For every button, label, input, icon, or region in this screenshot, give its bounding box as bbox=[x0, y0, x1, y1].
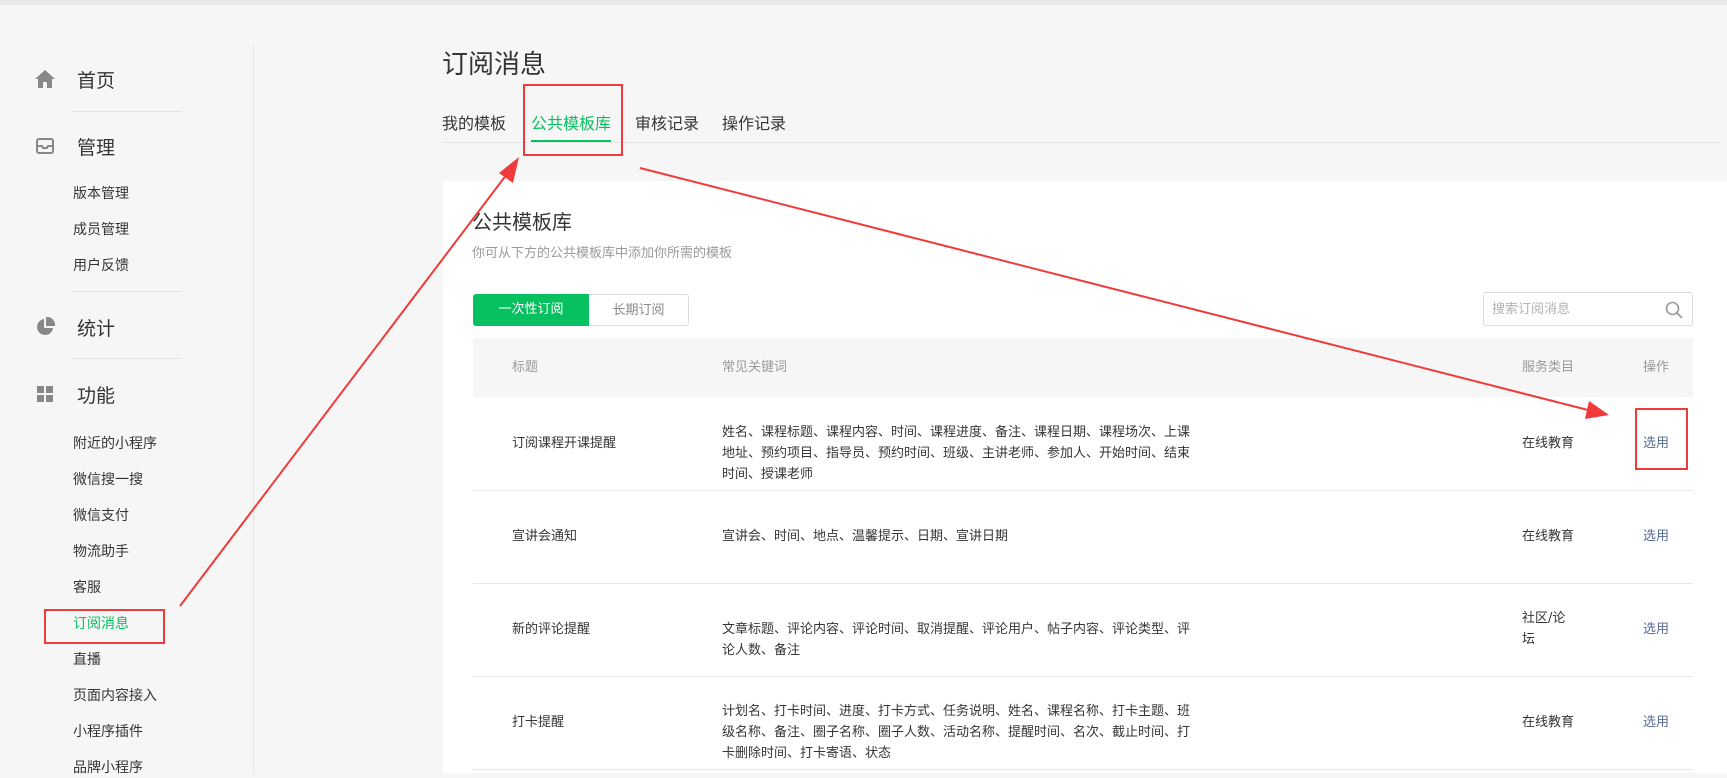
row-keywords: 文章标题、评论内容、评论时间、取消提醒、评论用户、帖子内容、评论类型、评论人数、… bbox=[722, 622, 1191, 658]
column-header-keywords: 常见关键词 bbox=[722, 360, 788, 375]
annotation-box-tab bbox=[523, 84, 623, 156]
sidebar-item-content[interactable]: 页面内容接入 bbox=[73, 686, 157, 706]
sidebar-section-label: 功能 bbox=[77, 384, 116, 407]
row-category: 在线教育 bbox=[1522, 715, 1575, 730]
table-row: 打卡提醒 计划名、打卡时间、进度、打卡方式、任务说明、姓名、课程名称、打卡主题、… bbox=[473, 676, 1693, 770]
table-row: 订阅课程开课提醒 姓名、课程标题、课程内容、时间、课程进度、备注、课程日期、课程… bbox=[473, 397, 1693, 491]
sidebar-item-brand[interactable]: 品牌小程序 bbox=[73, 758, 143, 778]
sidebar-divider bbox=[72, 358, 182, 359]
sidebar-item-feedback[interactable]: 用户反馈 bbox=[73, 256, 129, 276]
sidebar-item-members[interactable]: 成员管理 bbox=[73, 220, 129, 240]
sidebar-divider bbox=[72, 291, 182, 292]
search-box bbox=[1483, 292, 1693, 326]
select-template-button[interactable]: 选用 bbox=[1643, 619, 1669, 640]
top-border bbox=[0, 0, 1727, 5]
column-header-title: 标题 bbox=[512, 360, 539, 375]
sidebar-section-label: 统计 bbox=[77, 317, 116, 340]
row-keywords: 宣讲会、时间、地点、温馨提示、日期、宣讲日期 bbox=[722, 529, 1009, 544]
row-keywords: 姓名、课程标题、课程内容、时间、课程进度、备注、课程日期、课程场次、上课地址、预… bbox=[722, 425, 1191, 482]
sidebar-item-service[interactable]: 客服 bbox=[73, 578, 101, 598]
tab-my-templates[interactable]: 我的模板 bbox=[442, 110, 506, 134]
sidebar-item-version[interactable]: 版本管理 bbox=[73, 184, 129, 204]
pie-chart-icon bbox=[32, 315, 58, 339]
sidebar-section-features[interactable]: 功能 bbox=[32, 379, 115, 409]
table-header: 标题 常见关键词 服务类目 操作 bbox=[473, 338, 1693, 397]
sidebar-item-logistics[interactable]: 物流助手 bbox=[73, 542, 129, 562]
row-title: 打卡提醒 bbox=[512, 715, 565, 730]
sidebar-divider bbox=[72, 111, 182, 112]
row-title: 订阅课程开课提醒 bbox=[512, 436, 617, 451]
tab-operation-records[interactable]: 操作记录 bbox=[722, 110, 786, 134]
select-template-button[interactable]: 选用 bbox=[1643, 526, 1669, 547]
sidebar-item-live[interactable]: 直播 bbox=[73, 650, 101, 670]
sidebar-item-pay[interactable]: 微信支付 bbox=[73, 506, 129, 526]
tab-review-records[interactable]: 审核记录 bbox=[635, 110, 699, 134]
row-category: 在线教育 bbox=[1522, 529, 1575, 544]
sidebar-item-nearby[interactable]: 附近的小程序 bbox=[73, 434, 157, 454]
sidebar-section-label: 首页 bbox=[77, 69, 116, 92]
column-header-action: 操作 bbox=[1643, 360, 1670, 375]
card-title: 公共模板库 bbox=[472, 210, 572, 234]
annotation-box-select bbox=[1635, 408, 1688, 470]
select-template-button[interactable]: 选用 bbox=[1643, 712, 1669, 733]
inbox-icon bbox=[32, 134, 58, 158]
grid-icon bbox=[32, 382, 58, 406]
sidebar-section-label: 管理 bbox=[77, 136, 116, 159]
annotation-box-sidebar bbox=[44, 609, 165, 644]
table-row: 新的评论提醒 文章标题、评论内容、评论时间、取消提醒、评论用户、帖子内容、评论类… bbox=[473, 583, 1693, 677]
sidebar-section-stats[interactable]: 统计 bbox=[32, 312, 115, 342]
row-category: 社区/论坛 bbox=[1522, 611, 1566, 647]
row-title: 新的评论提醒 bbox=[512, 622, 591, 637]
column-header-category: 服务类目 bbox=[1522, 360, 1575, 375]
search-icon[interactable] bbox=[1664, 300, 1684, 320]
sidebar-divider-vertical bbox=[253, 44, 254, 773]
row-title: 宣讲会通知 bbox=[512, 529, 578, 544]
subscription-type-toggle: 一次性订阅 长期订阅 bbox=[473, 294, 689, 326]
sidebar-item-plugin[interactable]: 小程序插件 bbox=[73, 722, 143, 742]
segment-long-term[interactable]: 长期订阅 bbox=[589, 294, 689, 326]
home-icon bbox=[32, 67, 58, 91]
sidebar: 首页 管理 版本管理 成员管理 用户反馈 统计 功能 附近的小程序 微信搜一搜 … bbox=[0, 5, 254, 776]
row-category: 在线教育 bbox=[1522, 436, 1575, 451]
search-input[interactable] bbox=[1492, 299, 1652, 319]
row-keywords: 计划名、打卡时间、进度、打卡方式、任务说明、姓名、课程名称、打卡主题、班级名称、… bbox=[722, 704, 1191, 761]
sidebar-item-search[interactable]: 微信搜一搜 bbox=[73, 470, 143, 490]
sidebar-section-home[interactable]: 首页 bbox=[32, 64, 115, 94]
table-row: 宣讲会通知 宣讲会、时间、地点、温馨提示、日期、宣讲日期 在线教育 选用 bbox=[473, 490, 1693, 584]
card-subtitle: 你可从下方的公共模板库中添加你所需的模板 bbox=[472, 246, 733, 261]
tabs-divider bbox=[442, 142, 1722, 143]
segment-one-time[interactable]: 一次性订阅 bbox=[473, 294, 589, 326]
sidebar-section-manage[interactable]: 管理 bbox=[32, 131, 115, 161]
page-title: 订阅消息 bbox=[442, 50, 547, 80]
annotation-arrowhead bbox=[499, 157, 519, 183]
